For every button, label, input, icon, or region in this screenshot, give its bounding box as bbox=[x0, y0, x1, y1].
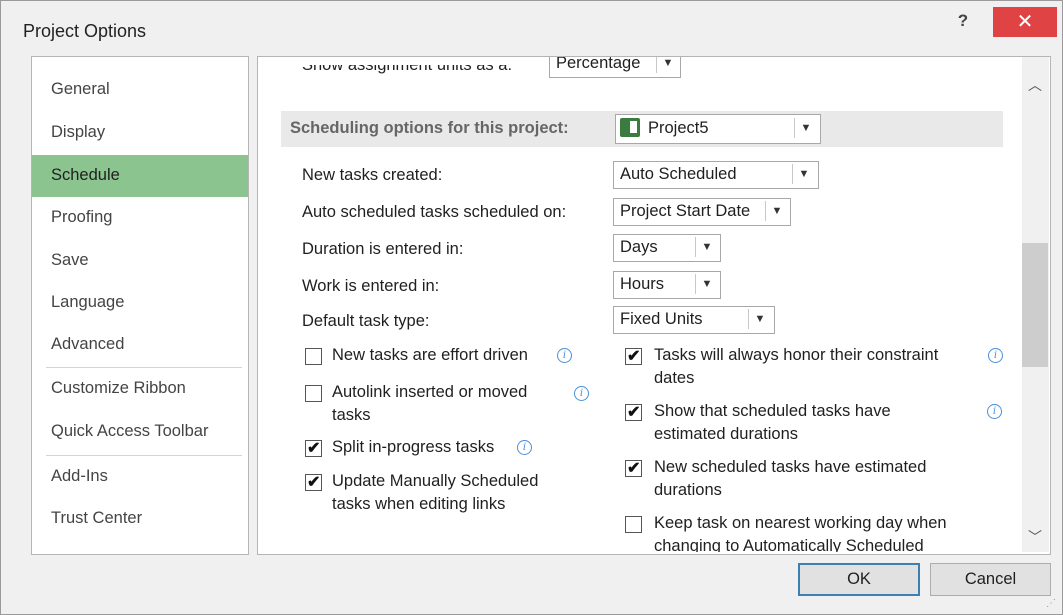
new-tasks-select[interactable]: Auto Scheduled ▼ bbox=[613, 161, 819, 189]
ok-button[interactable]: OK bbox=[798, 563, 920, 596]
checkmark-icon: ✔ bbox=[627, 404, 641, 421]
keep-nearest-working-day-label-line2: changing to Automatically Scheduled bbox=[654, 537, 924, 552]
checkmark-icon: ✔ bbox=[307, 440, 321, 457]
sidebar-item-label: Proofing bbox=[51, 208, 113, 226]
chevron-down-icon: ▼ bbox=[794, 118, 817, 138]
chevron-down-icon: ▼ bbox=[748, 309, 771, 329]
sidebar-item-label: Language bbox=[51, 293, 125, 311]
sidebar-item-label: Customize Ribbon bbox=[51, 379, 186, 397]
new-scheduled-estimated-label: New scheduled tasks have estimated bbox=[654, 458, 927, 476]
update-manually-scheduled-label-line2: tasks when editing links bbox=[332, 495, 506, 513]
sidebar-item-customize-ribbon[interactable]: Customize Ribbon bbox=[32, 368, 248, 410]
duration-value: Days bbox=[620, 238, 658, 256]
autolink-label-line2: tasks bbox=[332, 406, 371, 424]
info-icon[interactable]: i bbox=[557, 348, 572, 363]
project-select-value: Project5 bbox=[648, 119, 709, 137]
work-value: Hours bbox=[620, 275, 665, 293]
section-title: Scheduling options for this project: bbox=[290, 119, 569, 137]
new-scheduled-estimated-label-line2: durations bbox=[654, 481, 722, 499]
duration-label: Duration is entered in: bbox=[302, 240, 464, 258]
scroll-down-icon[interactable]: ﹀ bbox=[1028, 527, 1042, 547]
project-options-dialog: Project Options ? ✕ General Display Sche… bbox=[0, 0, 1063, 615]
work-label: Work is entered in: bbox=[302, 277, 440, 295]
task-type-value: Fixed Units bbox=[620, 310, 703, 328]
dialog-title: Project Options bbox=[23, 21, 147, 41]
sidebar-item-label: Save bbox=[51, 251, 89, 269]
sidebar-item-schedule[interactable]: Schedule bbox=[32, 155, 248, 197]
update-manually-scheduled-label: Update Manually Scheduled bbox=[332, 472, 539, 490]
update-manually-scheduled-checkbox[interactable]: ✔ bbox=[305, 474, 322, 491]
new-tasks-value: Auto Scheduled bbox=[620, 165, 737, 183]
new-tasks-label: New tasks created: bbox=[302, 166, 443, 184]
sidebar-item-label: General bbox=[51, 80, 110, 98]
work-select[interactable]: Hours ▼ bbox=[613, 271, 721, 299]
info-icon[interactable]: i bbox=[988, 348, 1003, 363]
sidebar-item-label: Advanced bbox=[51, 335, 125, 353]
honor-constraint-label: Tasks will always honor their constraint bbox=[654, 346, 939, 364]
effort-driven-checkbox[interactable] bbox=[305, 348, 322, 365]
chevron-down-icon: ▼ bbox=[765, 201, 788, 221]
content-scrollbar[interactable]: ︿ ﹀ bbox=[1022, 57, 1049, 552]
title-bar: Project Options ? ✕ bbox=[1, 1, 1062, 55]
chevron-down-icon: ▼ bbox=[695, 274, 718, 294]
duration-select[interactable]: Days ▼ bbox=[613, 234, 721, 262]
checkmark-icon: ✔ bbox=[627, 348, 641, 365]
sidebar-item-label: Schedule bbox=[51, 166, 120, 184]
scrollbar-thumb[interactable] bbox=[1022, 243, 1048, 367]
auto-scheduled-on-select[interactable]: Project Start Date ▼ bbox=[613, 198, 791, 226]
new-scheduled-estimated-checkbox[interactable]: ✔ bbox=[625, 460, 642, 477]
resize-grip-icon[interactable]: ⋰ bbox=[1046, 598, 1056, 609]
keep-nearest-working-day-label: Keep task on nearest working day when bbox=[654, 514, 947, 532]
estimated-durations-checkbox[interactable]: ✔ bbox=[625, 404, 642, 421]
task-type-label: Default task type: bbox=[302, 312, 430, 330]
scheduling-options-header: Scheduling options for this project: Pro… bbox=[281, 111, 1003, 147]
info-icon[interactable]: i bbox=[574, 386, 589, 401]
auto-scheduled-on-label: Auto scheduled tasks scheduled on: bbox=[302, 203, 567, 221]
info-icon[interactable]: i bbox=[987, 404, 1002, 419]
chevron-down-icon: ▼ bbox=[792, 164, 815, 184]
autolink-label: Autolink inserted or moved bbox=[332, 383, 528, 401]
sidebar-item-label: Display bbox=[51, 123, 106, 141]
checkmark-icon: ✔ bbox=[307, 474, 321, 491]
estimated-durations-label: Show that scheduled tasks have bbox=[654, 402, 891, 420]
keep-nearest-working-day-checkbox[interactable] bbox=[625, 516, 642, 533]
sidebar-item-quick-access-toolbar[interactable]: Quick Access Toolbar bbox=[32, 411, 248, 453]
sidebar-item-general[interactable]: General bbox=[32, 69, 248, 111]
sidebar-item-label: Add-Ins bbox=[51, 467, 108, 485]
task-type-select[interactable]: Fixed Units ▼ bbox=[613, 306, 775, 334]
project-file-icon bbox=[620, 118, 640, 137]
chevron-down-icon: ▼ bbox=[695, 237, 718, 257]
sidebar-item-add-ins[interactable]: Add-Ins bbox=[32, 456, 248, 498]
estimated-durations-label-line2: estimated durations bbox=[654, 425, 798, 443]
sidebar-item-label: Quick Access Toolbar bbox=[51, 422, 209, 440]
sidebar-item-label: Trust Center bbox=[51, 509, 143, 527]
scroll-up-icon[interactable]: ︿ bbox=[1028, 75, 1042, 95]
split-in-progress-label: Split in-progress tasks bbox=[332, 438, 495, 456]
sidebar-item-trust-center[interactable]: Trust Center bbox=[32, 498, 248, 540]
info-icon[interactable]: i bbox=[517, 440, 532, 455]
options-sidebar: General Display Schedule Proofing Save L… bbox=[31, 56, 249, 555]
auto-scheduled-on-value: Project Start Date bbox=[620, 202, 751, 220]
honor-constraint-label-line2: dates bbox=[654, 369, 695, 387]
project-select[interactable]: Project5 ▼ bbox=[615, 114, 821, 144]
cancel-button[interactable]: Cancel bbox=[930, 563, 1051, 596]
help-button[interactable]: ? bbox=[945, 7, 981, 37]
sidebar-item-display[interactable]: Display bbox=[32, 112, 248, 154]
split-in-progress-checkbox[interactable]: ✔ bbox=[305, 440, 322, 457]
sidebar-item-language[interactable]: Language bbox=[32, 282, 248, 324]
sidebar-item-proofing[interactable]: Proofing bbox=[32, 197, 248, 239]
sidebar-item-advanced[interactable]: Advanced bbox=[32, 324, 248, 366]
honor-constraint-checkbox[interactable]: ✔ bbox=[625, 348, 642, 365]
close-button[interactable]: ✕ bbox=[993, 7, 1057, 37]
sidebar-item-save[interactable]: Save bbox=[32, 240, 248, 282]
effort-driven-label: New tasks are effort driven bbox=[332, 346, 528, 364]
autolink-checkbox[interactable] bbox=[305, 385, 322, 402]
checkmark-icon: ✔ bbox=[627, 460, 641, 477]
